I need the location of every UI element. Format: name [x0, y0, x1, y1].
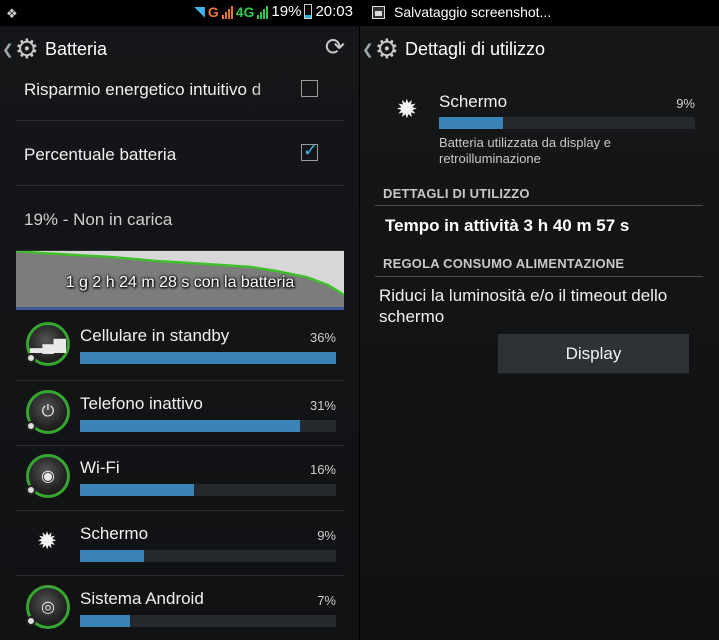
page-title: Batteria [44, 38, 107, 59]
detail-description: Batteria utilizzata da display e retroil… [439, 135, 611, 166]
wifi-icon: ◉ [26, 454, 70, 498]
android-system-icon: ◎ [26, 585, 70, 629]
signal-bars-icon: ▂▄▆ [26, 322, 70, 366]
usage-bar [80, 550, 336, 562]
network-4g-label: 4G [235, 3, 255, 20]
usage-row-wifi[interactable]: ◉ Wi-Fi 16% [16, 444, 344, 508]
usage-label: Schermo [80, 524, 149, 543]
battery-percentage-checkbox[interactable]: ✓ [301, 140, 318, 161]
action-bar: ❮ ⚙ Dettagli di utilizzo [360, 26, 719, 72]
signal-strength-icon [221, 5, 233, 19]
usage-bar-fill [80, 484, 194, 496]
section-divider [375, 205, 703, 206]
usage-percent: 9% [317, 528, 336, 543]
action-bar: ❮ ⚙ Batteria ⟳ [0, 26, 359, 72]
usage-row-android-system[interactable]: ◎ Sistema Android 7% [16, 575, 344, 639]
usage-percent: 36% [309, 330, 336, 345]
clock: 20:03 [315, 3, 353, 20]
usage-bar [80, 420, 336, 432]
usage-bar [80, 352, 336, 364]
divider [16, 120, 344, 121]
power-section-header: REGOLA CONSUMO ALIMENTAZIONE [383, 256, 625, 271]
battery-screen: ❖ ◥ G 4G 19% 20:03 ❮ ⚙ Batteria ⟳ Rispar… [0, 0, 359, 640]
page-title: Dettagli di utilizzo [404, 38, 546, 59]
brightness-icon: ✹ [396, 94, 418, 124]
brightness-icon: ✹ [37, 528, 58, 555]
power-icon: ⏻ [26, 390, 70, 434]
section-divider [375, 276, 703, 277]
usage-bar-fill [80, 420, 301, 432]
battery-percentage-label: Percentuale batteria [24, 145, 177, 164]
checkmark-icon: ✓ [303, 140, 319, 160]
gear-icon[interactable]: ⚙ [15, 35, 39, 63]
usage-label: Wi-Fi [80, 458, 120, 477]
display-settings-button[interactable]: Display [498, 334, 689, 374]
wifi-status-icon: ◥ [194, 3, 205, 19]
usage-bar-fill [80, 352, 336, 364]
usage-section-header: DETTAGLI DI UTILIZZO [383, 186, 530, 201]
notification-text: Salvataggio screenshot... [394, 4, 552, 20]
refresh-icon[interactable]: ⟳ [325, 36, 345, 60]
screenshot-notification-icon [372, 6, 385, 19]
usage-percent: 7% [317, 593, 336, 608]
usage-bar [80, 484, 336, 496]
usage-bar [80, 615, 336, 627]
usage-percent: 31% [309, 398, 336, 413]
battery-icon [304, 4, 313, 19]
usage-row-idle[interactable]: ⏻ Telefono inattivo 31% [16, 380, 344, 444]
usage-row-standby[interactable]: ▂▄▆ Cellulare in standby 36% [16, 312, 344, 376]
usage-label: Telefono inattivo [80, 394, 203, 413]
network-g-label: G [207, 3, 219, 20]
detail-usage-bar-fill [439, 117, 503, 129]
detail-percent: 9% [676, 96, 695, 111]
signal-strength-icon [257, 5, 269, 19]
detail-usage-bar [439, 117, 695, 129]
status-bar: Salvataggio screenshot... [360, 0, 719, 26]
charging-status: 19% - Non in carica [24, 210, 173, 229]
back-chevron-icon[interactable]: ❮ [2, 41, 14, 58]
text-fade [250, 78, 290, 102]
power-saving-checkbox[interactable] [301, 80, 318, 97]
usage-row-screen[interactable]: ✹ Schermo 9% [16, 510, 344, 574]
active-time-text: Tempo in attività 3 h 40 m 57 s [385, 216, 630, 235]
status-bar: ❖ ◥ G 4G 19% 20:03 [0, 0, 359, 26]
battery-duration-label: 1 g 2 h 24 m 28 s con la batteria [65, 274, 295, 291]
divider [16, 185, 344, 186]
detail-title: Schermo [439, 92, 508, 111]
advice-text: Riduci la luminosità e/o il timeout dell… [379, 286, 668, 326]
power-saving-label: Risparmio energetico intuitivo d [24, 80, 262, 99]
usage-label: Cellulare in standby [80, 326, 230, 345]
usage-percent: 16% [309, 462, 336, 477]
battery-history-graph[interactable]: 1 g 2 h 24 m 28 s con la batteria [16, 251, 344, 310]
dropbox-icon: ❖ [6, 6, 18, 21]
back-chevron-icon[interactable]: ❮ [362, 41, 374, 58]
gear-icon[interactable]: ⚙ [375, 35, 399, 63]
usage-bar-fill [80, 615, 130, 627]
usage-bar-fill [80, 550, 144, 562]
usage-details-screen: Salvataggio screenshot... ❮ ⚙ Dettagli d… [360, 0, 719, 640]
battery-percent-text: 19% [271, 3, 302, 20]
usage-label: Sistema Android [80, 589, 204, 608]
